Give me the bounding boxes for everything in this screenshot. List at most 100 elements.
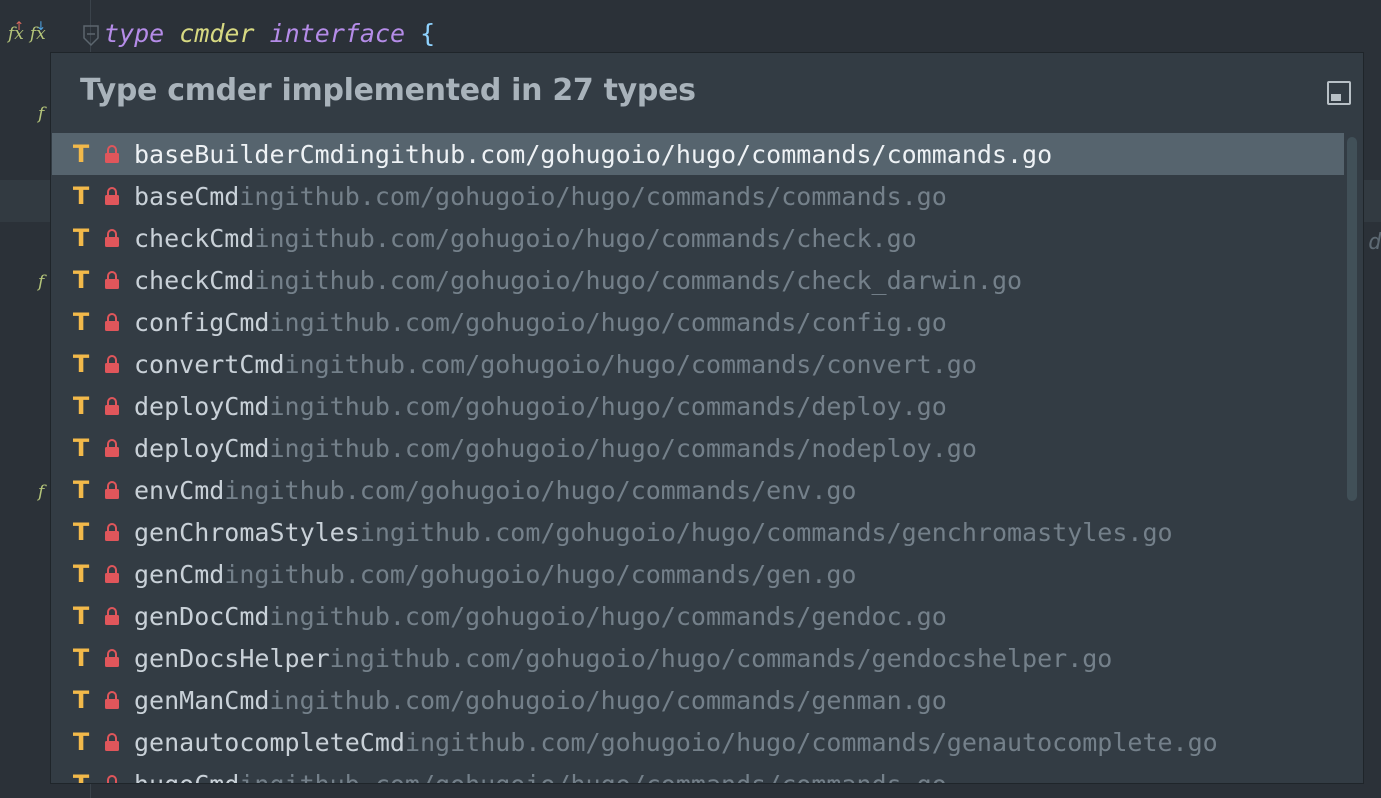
list-item[interactable]: TdeployCmd in github.com/gohugoio/hugo/c… [52, 385, 1344, 427]
lock-icon [105, 355, 119, 373]
lock-icon [105, 691, 119, 709]
list-item[interactable]: TgenDocCmd in github.com/gohugoio/hugo/c… [52, 595, 1344, 637]
list-item[interactable]: TconvertCmd in github.com/gohugoio/hugo/… [52, 343, 1344, 385]
keyword-interface: interface [269, 19, 406, 48]
type-name: genDocCmd [134, 601, 270, 631]
type-name: genCmd [134, 559, 225, 589]
type-icon: T [72, 140, 90, 168]
list-item[interactable]: TgenManCmd in github.com/gohugoio/hugo/c… [52, 679, 1344, 721]
file-path: github.com/gohugoio/hugo/commands/conver… [314, 349, 977, 379]
list-item[interactable]: TdeployCmd in github.com/gohugoio/hugo/c… [52, 427, 1344, 469]
lock-icon [105, 565, 119, 583]
type-name: checkCmd [134, 265, 255, 295]
list-item[interactable]: TgenDocsHelper in github.com/gohugoio/hu… [52, 637, 1344, 679]
file-path: github.com/gohugoio/hugo/commands/deploy… [299, 391, 947, 421]
in-label: in [284, 349, 315, 379]
file-path: github.com/gohugoio/hugo/commands/env.go [254, 475, 857, 505]
type-name: baseCmd [134, 181, 240, 211]
implementations-popup: Type cmder implemented in 27 types Tbase… [50, 52, 1364, 784]
gutter-icons: fx ↑ fx ↓ [8, 20, 46, 48]
type-icon: T [72, 392, 90, 420]
file-path: github.com/gohugoio/hugo/commands/gen.go [254, 559, 857, 589]
lock-icon [105, 523, 119, 541]
type-icon: T [72, 560, 90, 588]
in-label: in [239, 181, 270, 211]
type-name: genManCmd [134, 685, 270, 715]
lock-icon [105, 439, 119, 457]
type-icon: T [72, 770, 90, 784]
file-path: github.com/gohugoio/hugo/commands/comman… [269, 769, 947, 784]
code-line-type-declaration[interactable]: type cmder interface { [104, 16, 435, 52]
type-name: genautocompleteCmd [134, 727, 405, 757]
file-path: github.com/gohugoio/hugo/commands/comman… [374, 139, 1053, 169]
file-path: github.com/gohugoio/hugo/commands/check.… [284, 223, 917, 253]
lock-icon [105, 481, 119, 499]
type-icon: T [72, 182, 90, 210]
type-icon: T [72, 518, 90, 546]
in-label: in [224, 475, 255, 505]
list-item[interactable]: TcheckCmd in github.com/gohugoio/hugo/co… [52, 259, 1344, 301]
type-icon: T [72, 308, 90, 336]
list-item[interactable]: TcheckCmd in github.com/gohugoio/hugo/co… [52, 217, 1344, 259]
list-item[interactable]: TgenChromaStyles in github.com/gohugoio/… [52, 511, 1344, 553]
in-label: in [269, 685, 300, 715]
list-item[interactable]: TconfigCmd in github.com/gohugoio/hugo/c… [52, 301, 1344, 343]
in-label: in [254, 265, 285, 295]
lock-icon [105, 607, 119, 625]
lock-icon [105, 229, 119, 247]
type-name: configCmd [134, 307, 270, 337]
file-path: github.com/gohugoio/hugo/commands/gendoc… [299, 601, 947, 631]
implementations-list: TbaseBuilderCmd in github.com/gohugoio/h… [52, 133, 1344, 784]
in-label: in [269, 391, 300, 421]
file-path: github.com/gohugoio/hugo/commands/comman… [269, 181, 947, 211]
lock-icon [105, 733, 119, 751]
type-name: hugoCmd [134, 769, 240, 784]
file-path: github.com/gohugoio/hugo/commands/config… [299, 307, 947, 337]
lock-icon [105, 145, 119, 163]
type-icon: T [72, 686, 90, 714]
type-icon: T [72, 476, 90, 504]
in-label: in [239, 769, 270, 784]
popup-title: Type cmder implemented in 27 types [80, 73, 696, 108]
type-name: deployCmd [134, 433, 270, 463]
type-name: cmder [179, 19, 255, 48]
lock-icon [105, 313, 119, 331]
type-icon: T [72, 728, 90, 756]
list-item[interactable]: TbaseCmd in github.com/gohugoio/hugo/com… [52, 175, 1344, 217]
in-label: in [224, 559, 255, 589]
type-name: deployCmd [134, 391, 270, 421]
fold-marker-icon[interactable] [82, 24, 100, 48]
type-name: genDocsHelper [134, 643, 330, 673]
implementing-method-icon[interactable]: fx ↓ [30, 20, 46, 43]
type-icon: T [72, 602, 90, 630]
in-label: in [269, 433, 300, 463]
function-gutter-icon: f [38, 104, 45, 124]
open-in-find-window-button[interactable] [1327, 81, 1351, 105]
type-icon: T [72, 350, 90, 378]
in-label: in [269, 601, 300, 631]
lock-icon [107, 775, 117, 783]
list-scrollbar[interactable] [1347, 137, 1357, 501]
function-gutter-icon: f [38, 272, 45, 292]
type-icon: T [72, 224, 90, 252]
in-label: in [344, 139, 375, 169]
clipped-code-text: d [1368, 230, 1381, 255]
file-path: github.com/gohugoio/hugo/commands/genaut… [435, 727, 1218, 757]
implemented-method-icon[interactable]: fx ↑ [8, 20, 24, 43]
type-icon: T [72, 644, 90, 672]
type-name: envCmd [134, 475, 225, 505]
file-path: github.com/gohugoio/hugo/commands/gendoc… [359, 643, 1113, 673]
in-label: in [329, 643, 360, 673]
lock-icon [105, 271, 119, 289]
type-icon: T [72, 434, 90, 462]
open-brace: { [420, 19, 436, 48]
list-item[interactable]: ThugoCmd in github.com/gohugoio/hugo/com… [52, 763, 1344, 784]
list-item[interactable]: TgenautocompleteCmd in github.com/gohugo… [52, 721, 1344, 763]
list-item[interactable]: TgenCmd in github.com/gohugoio/hugo/comm… [52, 553, 1344, 595]
lock-icon [105, 649, 119, 667]
type-icon: T [72, 266, 90, 294]
list-item[interactable]: TbaseBuilderCmd in github.com/gohugoio/h… [52, 133, 1344, 175]
file-path: github.com/gohugoio/hugo/commands/genchr… [389, 517, 1173, 547]
in-label: in [404, 727, 436, 757]
list-item[interactable]: TenvCmd in github.com/gohugoio/hugo/comm… [52, 469, 1344, 511]
